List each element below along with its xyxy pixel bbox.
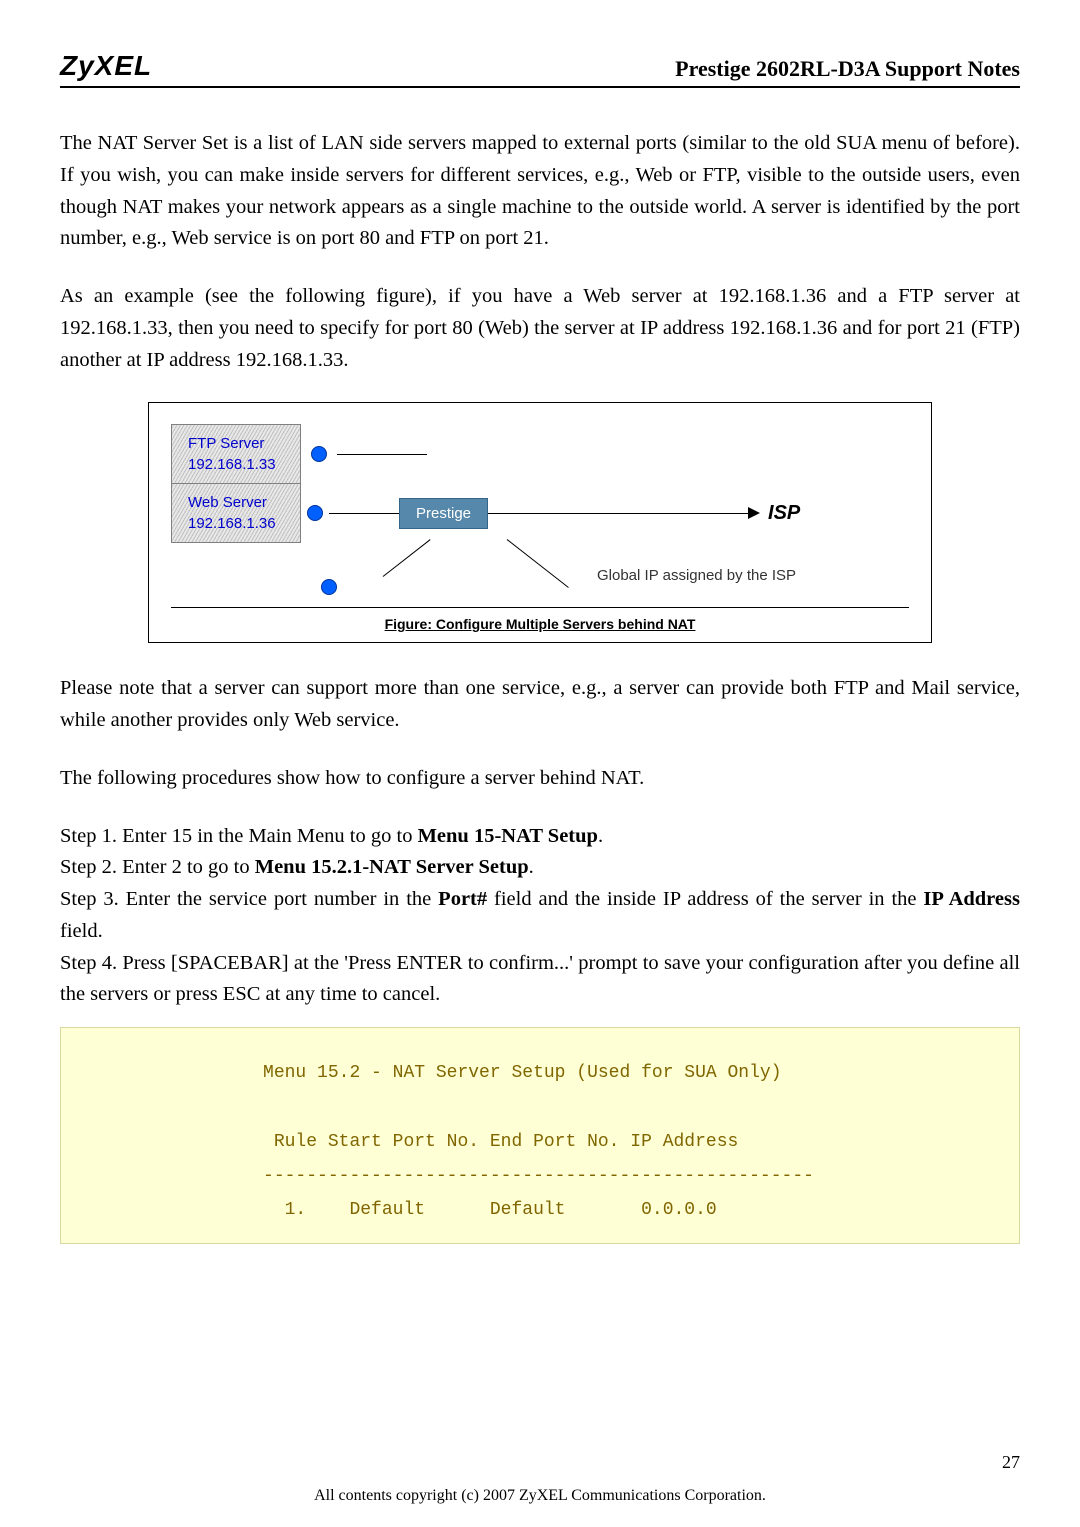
dot-icon — [311, 446, 327, 462]
header-title: Prestige 2602RL-D3A Support Notes — [675, 56, 1020, 82]
dot-icon — [307, 505, 323, 521]
step-1-dot: . — [598, 825, 603, 847]
prestige-box: Prestige — [399, 498, 488, 529]
copyright-footer: All contents copyright (c) 2007 ZyXEL Co… — [0, 1487, 1080, 1505]
page-number: 27 — [1002, 1452, 1020, 1473]
paragraph-4: The following procedures show how to con… — [60, 763, 1020, 795]
step-3: Step 3. Enter the service port number in… — [60, 884, 1020, 948]
figure-row-web: Web Server 192.168.1.36 Prestige ISP — [171, 483, 909, 543]
connector-line — [337, 454, 427, 455]
dot-icon — [321, 579, 337, 595]
step-2-dot: . — [529, 856, 534, 878]
step-1: Step 1. Enter 15 in the Main Menu to go … — [60, 821, 1020, 853]
step-4: Step 4. Press [SPACEBAR] at the 'Press E… — [60, 948, 1020, 1012]
step-3-text-a: Step 3. Enter the service port number in… — [60, 888, 438, 910]
connector-line — [329, 513, 399, 514]
diagonal-connector — [507, 539, 577, 599]
paragraph-3: Please note that a server can support mo… — [60, 673, 1020, 737]
figure-row-ftp: FTP Server 192.168.1.33 — [171, 419, 909, 489]
paragraph-2: As an example (see the following figure)… — [60, 281, 1020, 376]
ftp-server-box: FTP Server 192.168.1.33 — [171, 424, 301, 484]
diagonal-connector — [337, 539, 407, 599]
page-header: ZyXEL Prestige 2602RL-D3A Support Notes — [60, 50, 1020, 88]
step-2-text: Step 2. Enter 2 to go to — [60, 856, 255, 878]
step-2: Step 2. Enter 2 to go to Menu 15.2.1-NAT… — [60, 852, 1020, 884]
ftp-server-label: FTP Server — [188, 433, 284, 454]
step-3-text-b: field and the inside IP address of the s… — [487, 888, 923, 910]
web-server-box: Web Server 192.168.1.36 — [171, 483, 301, 543]
isp-label: ISP — [768, 502, 800, 525]
connector-line — [488, 513, 748, 514]
logo-text: ZyXEL — [60, 50, 152, 82]
step-3-ipaddress: IP Address — [923, 888, 1020, 910]
step-3-port: Port# — [438, 888, 487, 910]
figure-row-global: Global IP assigned by the ISP — [171, 539, 909, 607]
network-figure: FTP Server 192.168.1.33 Web Server 192.1… — [148, 402, 932, 643]
paragraph-1: The NAT Server Set is a list of LAN side… — [60, 128, 1020, 255]
terminal-menu-block: Menu 15.2 - NAT Server Setup (Used for S… — [60, 1027, 1020, 1244]
web-server-label: Web Server — [188, 492, 284, 513]
global-ip-caption: Global IP assigned by the ISP — [597, 567, 796, 584]
step-2-menu: Menu 15.2.1-NAT Server Setup — [255, 856, 529, 878]
step-1-menu: Menu 15-NAT Setup — [418, 825, 598, 847]
ftp-server-ip: 192.168.1.33 — [188, 454, 284, 475]
step-3-text-c: field. — [60, 920, 103, 942]
figure-caption: Figure: Configure Multiple Servers behin… — [171, 607, 909, 632]
arrow-right-icon — [748, 507, 760, 519]
web-server-ip: 192.168.1.36 — [188, 513, 284, 534]
step-1-text: Step 1. Enter 15 in the Main Menu to go … — [60, 825, 418, 847]
